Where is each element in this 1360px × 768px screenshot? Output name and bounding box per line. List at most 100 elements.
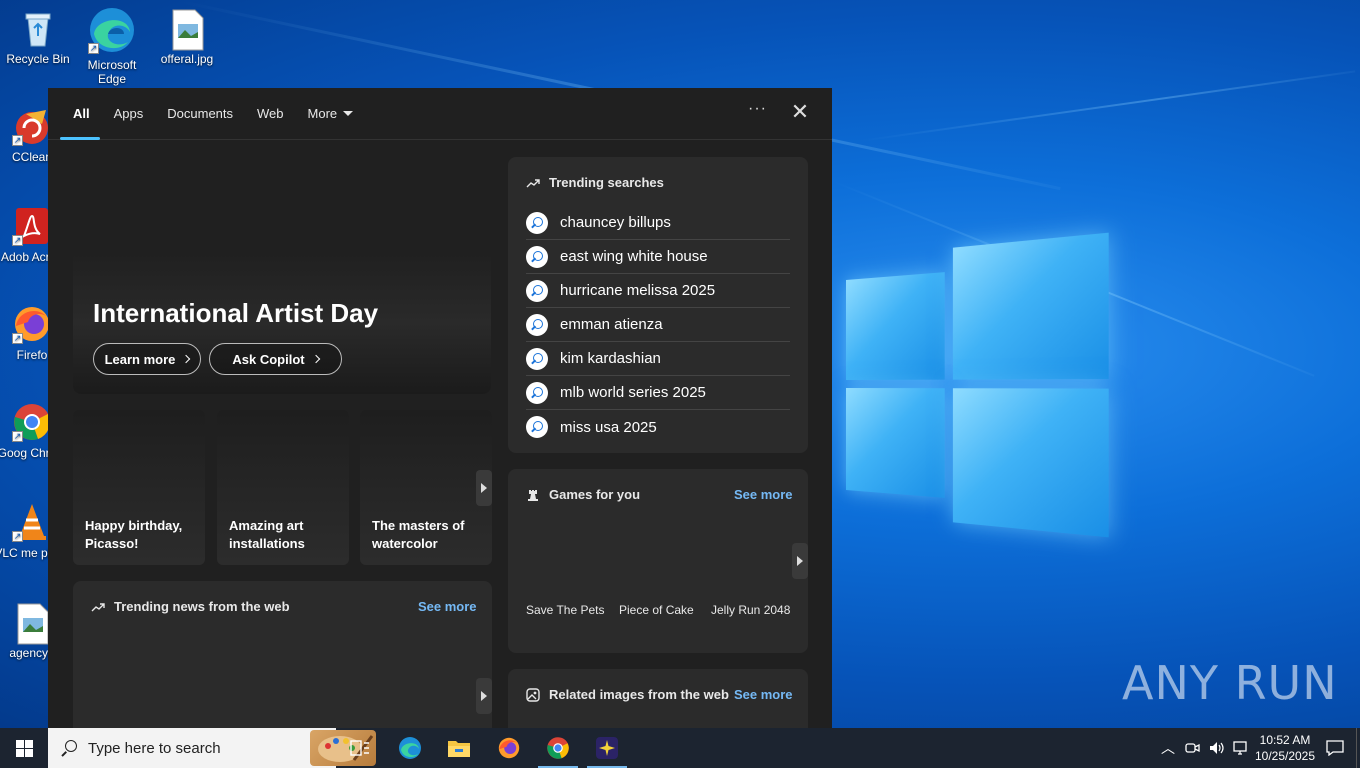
news-title: Trending news from the web	[114, 599, 290, 614]
news-see-more-link[interactable]: See more	[418, 599, 477, 614]
stories-next-button[interactable]	[476, 470, 492, 506]
tab-label: Documents	[167, 106, 234, 121]
trending-query: kim kardashian	[560, 350, 661, 367]
desktop-icon-label: CClean	[11, 150, 53, 164]
ccleaner-icon: ↗	[12, 106, 52, 146]
chevron-right-icon	[797, 556, 803, 566]
trending-header: Trending searches	[526, 175, 664, 190]
button-label: Learn more	[104, 351, 176, 367]
trending-news-card: Trending news from the web See more	[73, 581, 492, 728]
task-view-icon	[350, 740, 369, 756]
trending-query: emman atienza	[560, 316, 663, 333]
story-card[interactable]: Happy birthday, Picasso!	[73, 410, 205, 565]
search-icon	[526, 381, 548, 404]
desktop-icon-label: Firefo	[16, 348, 48, 362]
game-item[interactable]: Piece of Cake	[619, 603, 694, 617]
game-item[interactable]: Save The Pets	[526, 603, 605, 617]
network-icon[interactable]	[1232, 740, 1250, 756]
task-view-button[interactable]	[336, 728, 384, 768]
games-next-button[interactable]	[792, 543, 808, 579]
tab-documents[interactable]: Documents	[155, 88, 245, 140]
trending-arrow-icon	[91, 602, 105, 611]
trending-search-item[interactable]: east wing white house	[526, 240, 790, 274]
trending-title: Trending searches	[549, 175, 664, 190]
search-tabs: All Apps Documents Web More ··· ✕	[48, 88, 832, 140]
shortcut-arrow-icon: ↗	[88, 43, 99, 54]
trending-search-item[interactable]: kim kardashian	[526, 342, 790, 376]
related-see-more-link[interactable]: See more	[734, 687, 793, 702]
shortcut-arrow-icon: ↗	[12, 531, 23, 542]
search-icon	[526, 416, 548, 438]
taskbar-file-explorer[interactable]	[435, 728, 483, 768]
chrome-icon	[547, 737, 569, 759]
story-card[interactable]: The masters of watercolor	[360, 410, 492, 565]
taskbar-chrome[interactable]	[534, 728, 582, 768]
tab-more[interactable]: More	[296, 88, 366, 140]
search-icon	[526, 347, 548, 370]
search-icon	[526, 279, 548, 302]
story-title: Happy birthday, Picasso!	[85, 518, 183, 551]
notifications-icon[interactable]	[1326, 740, 1344, 756]
trending-search-item[interactable]: mlb world series 2025	[526, 376, 790, 410]
desktop-icon-edge[interactable]: ↗ Microsoft Edge	[74, 6, 150, 86]
search-icon	[526, 245, 548, 268]
chevron-up-icon[interactable]: ︿	[1156, 738, 1180, 758]
chevron-down-icon	[343, 111, 354, 116]
search-icon	[61, 740, 77, 756]
close-icon[interactable]: ✕	[790, 101, 810, 123]
games-title: Games for you	[549, 487, 641, 502]
firefox-icon: ↗	[12, 304, 52, 344]
shortcut-arrow-icon: ↗	[12, 235, 23, 246]
games-header: Games for you	[526, 487, 640, 502]
firefox-icon	[498, 737, 520, 759]
desktop-icon-offeral-jpg[interactable]: offeral.jpg	[149, 8, 225, 66]
taskbar-firefox[interactable]	[485, 728, 533, 768]
desktop-icon-recycle-bin[interactable]: Recycle Bin	[0, 8, 76, 66]
chevron-right-icon	[481, 691, 487, 701]
clock[interactable]: 10:52 AM 10/25/2025	[1250, 732, 1320, 764]
games-card: Games for you See more Save The Pets Pie…	[508, 469, 808, 653]
meet-now-icon[interactable]	[1184, 740, 1200, 756]
tab-apps[interactable]: Apps	[102, 88, 156, 140]
trending-search-item[interactable]: miss usa 2025	[526, 410, 790, 444]
trending-arrow-icon	[526, 178, 540, 187]
image-file-icon	[12, 602, 52, 645]
show-desktop-button[interactable]	[1356, 728, 1360, 768]
trending-search-item[interactable]: chauncey billups	[526, 206, 790, 240]
story-title: The masters of watercolor	[372, 518, 465, 551]
hero-card[interactable]: International Artist Day Learn more Ask …	[73, 158, 491, 394]
story-card[interactable]: Amazing art installations	[217, 410, 349, 565]
trending-search-item[interactable]: emman atienza	[526, 308, 790, 342]
anyrun-watermark: ANY RUN	[1118, 656, 1338, 710]
acrobat-icon: ↗	[12, 206, 52, 246]
clock-time: 10:52 AM	[1259, 733, 1311, 747]
volume-icon[interactable]	[1208, 740, 1226, 756]
tab-label: Web	[257, 106, 284, 121]
shortcut-arrow-icon: ↗	[12, 333, 23, 344]
taskbar-edge[interactable]	[386, 728, 434, 768]
clock-date: 10/25/2025	[1254, 749, 1316, 763]
start-button[interactable]	[0, 728, 48, 768]
trending-search-item[interactable]: hurricane melissa 2025	[526, 274, 790, 308]
tab-all[interactable]: All	[60, 88, 102, 140]
search-placeholder: Type here to search	[88, 739, 221, 757]
ask-copilot-button[interactable]: Ask Copilot	[209, 343, 342, 375]
sparkle-app-icon	[596, 737, 618, 759]
news-next-button[interactable]	[476, 678, 492, 714]
windows-logo-icon	[15, 739, 33, 757]
taskbar-app[interactable]	[583, 728, 631, 768]
edge-icon	[399, 737, 421, 759]
related-header: Related images from the web	[526, 687, 729, 702]
game-item[interactable]: Jelly Run 2048	[711, 603, 790, 617]
games-see-more-link[interactable]: See more	[734, 487, 793, 502]
edge-icon: ↗	[88, 6, 136, 54]
vlc-icon: ↗	[12, 502, 52, 542]
taskbar-search-box[interactable]: Type here to search	[48, 728, 376, 768]
tab-web[interactable]: Web	[245, 88, 296, 140]
tab-label: Apps	[113, 106, 144, 121]
learn-more-button[interactable]: Learn more	[93, 343, 201, 375]
trending-query: east wing white house	[560, 248, 708, 265]
desktop-icon-label: Recycle Bin	[6, 52, 70, 66]
button-label: Ask Copilot	[232, 351, 305, 367]
more-options-icon[interactable]: ···	[748, 100, 767, 118]
